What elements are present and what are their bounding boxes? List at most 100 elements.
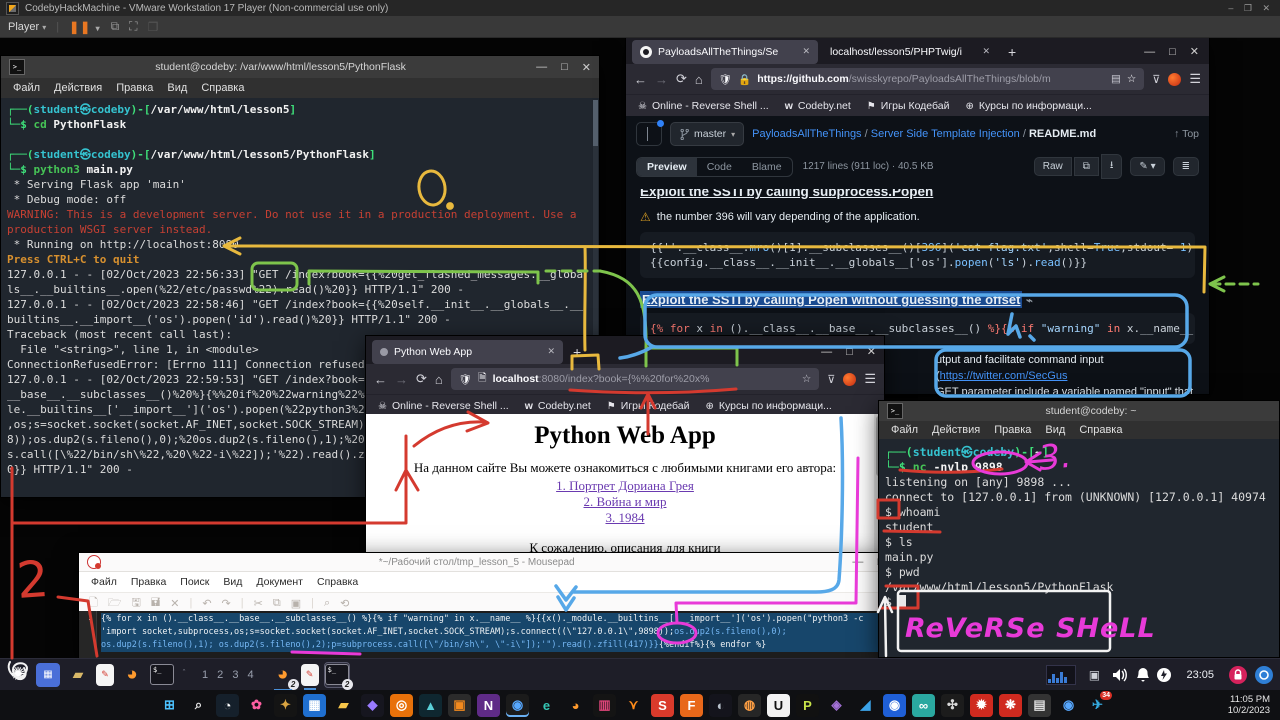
home-button[interactable]: ⌂ xyxy=(695,72,703,87)
book-link-1984[interactable]: 3. 1984 xyxy=(366,510,884,526)
open-file-icon[interactable]: 🗁 xyxy=(108,594,122,613)
3d-viewer-icon[interactable]: ▲ xyxy=(419,694,442,717)
minimize-button[interactable]: — xyxy=(1144,46,1155,58)
terminal2-output[interactable]: ┌──(student㉿codeby)-[~]└─$ nc -nvlp 9898… xyxy=(879,441,1279,657)
vscode-icon[interactable]: ◢ xyxy=(854,694,877,717)
heading-subprocess-popen[interactable]: Exploit the SSTI by calling subprocess.P… xyxy=(640,189,1195,199)
folder-icon[interactable]: ▰ xyxy=(66,663,90,687)
pocket-icon[interactable]: ⊽ xyxy=(827,373,835,386)
menu-item[interactable]: Правка xyxy=(110,80,159,96)
mousepad-editor[interactable]: 1 {% for x in ().__class__.__base__.__su… xyxy=(79,611,892,659)
workspace-switcher[interactable]: 1 2 3 4 xyxy=(202,669,257,681)
close-button[interactable]: ✕ xyxy=(867,345,876,358)
edit-pencil-icon[interactable]: ✎ ▾ xyxy=(1130,157,1164,176)
book-link-dorian-gray[interactable]: 1. Портрет Дориана Грея xyxy=(366,478,884,494)
bookmark-reverse-shell[interactable]: ☠Online - Reverse Shell ... xyxy=(638,100,769,112)
raw-button[interactable]: Raw xyxy=(1034,157,1072,176)
tab-close-icon[interactable]: ✕ xyxy=(547,346,555,357)
replace-icon[interactable]: ⟲ xyxy=(340,597,349,610)
power-manager-icon[interactable] xyxy=(1156,667,1172,683)
new-tab-button[interactable]: + xyxy=(1002,44,1022,60)
media-app-icon[interactable]: ▤ xyxy=(1028,694,1051,717)
volume-icon[interactable] xyxy=(1112,667,1130,683)
open-terminal-window-button[interactable]: $_2 xyxy=(325,663,349,687)
top-link[interactable]: ↑ Top xyxy=(1174,128,1199,140)
minimize-button[interactable]: — xyxy=(536,61,547,73)
tab-close-icon[interactable]: ✕ xyxy=(802,46,810,57)
menu-item[interactable]: Файл xyxy=(885,422,924,438)
tab-localhost-phptwig[interactable]: localhost/lesson5/PHPTwig/i ✕ xyxy=(822,40,998,64)
edge-icon[interactable]: e xyxy=(535,694,558,717)
menu-item[interactable]: Действия xyxy=(926,422,986,438)
forward-button[interactable]: → xyxy=(395,372,408,387)
flower-app-icon[interactable]: ✿ xyxy=(245,694,268,717)
search-icon[interactable]: ⌕ xyxy=(187,694,210,717)
open-mousepad-window-button[interactable]: ✎ xyxy=(301,664,319,686)
blender-icon[interactable]: ◍ xyxy=(738,694,761,717)
terminal1-titlebar[interactable]: >_ student@codeby: /var/www/html/lesson5… xyxy=(1,56,599,78)
bookmark-games[interactable]: ⚑Игры Кодебай xyxy=(867,100,950,112)
moth-app-icon[interactable]: ✣ xyxy=(941,694,964,717)
bookmark-reverse-shell[interactable]: ☠Online - Reverse Shell ... xyxy=(378,400,509,412)
chart-app-icon[interactable]: ▥ xyxy=(593,694,616,717)
file-explorer-icon[interactable]: ▰ xyxy=(332,694,355,717)
breadcrumb[interactable]: PayloadsAllTheThings / Server Side Templ… xyxy=(752,128,1096,140)
copy-icon[interactable]: ⧉ xyxy=(273,597,281,610)
fullscreen-icon[interactable]: ⛶ xyxy=(129,19,137,34)
outline-icon[interactable]: ≣ xyxy=(1173,157,1199,176)
close-button[interactable]: ✕ xyxy=(1190,45,1199,58)
chrome-icon[interactable]: ◉ xyxy=(506,694,529,717)
mousepad-titlebar[interactable]: *~/Рабочий стол/tmp_lesson_5 - Mousepad … xyxy=(79,553,892,572)
close-button[interactable]: ✕ xyxy=(582,61,591,74)
cut-icon[interactable]: ✂ xyxy=(254,597,263,610)
maximize-button[interactable]: □ xyxy=(846,346,853,358)
pycharm-icon[interactable]: P xyxy=(796,694,819,717)
speedtest-icon[interactable]: ◔ xyxy=(216,694,239,717)
shield-icon[interactable]: 🛡 xyxy=(719,73,732,86)
tab-python-web-app[interactable]: Python Web App ✕ xyxy=(372,340,563,364)
cpu-graph[interactable] xyxy=(1046,665,1076,685)
windows-clock[interactable]: 11:05 PM 10/2/2023 xyxy=(1228,694,1270,716)
menu-item[interactable]: Справка xyxy=(195,80,250,96)
home-button[interactable]: ⌂ xyxy=(435,372,443,387)
send-ctrl-alt-del-icon[interactable]: ⧉ xyxy=(111,19,120,34)
obsidian-icon[interactable]: ◆ xyxy=(361,694,384,717)
kali-clock[interactable]: 23:05 xyxy=(1186,669,1214,681)
tab-blame[interactable]: Blame xyxy=(742,158,792,176)
sidebar-toggle-icon[interactable] xyxy=(636,122,662,146)
updates-icon[interactable] xyxy=(1254,665,1274,685)
save-as-icon[interactable]: 🖬 xyxy=(151,594,160,613)
planet-app-icon[interactable]: ◐ xyxy=(709,694,732,717)
new-tab-button[interactable]: + xyxy=(567,344,587,360)
copy-raw-icon[interactable]: ⧉ xyxy=(1074,157,1099,176)
unreal-icon[interactable]: U xyxy=(767,694,790,717)
teal-app-icon[interactable]: ∞ xyxy=(912,694,935,717)
save-icon[interactable]: 🖫 xyxy=(132,594,141,613)
red-gear-icon[interactable]: ✹ xyxy=(970,694,993,717)
minimize-button[interactable]: — xyxy=(852,556,863,568)
heading-popen-offset[interactable]: Exploit the SSTI by calling Popen withou… xyxy=(640,292,1195,307)
screen-lock-icon[interactable] xyxy=(1228,665,1248,685)
minimize-button[interactable]: — xyxy=(821,346,832,358)
bookmark-star-icon[interactable]: ☆ xyxy=(802,373,811,385)
back-button[interactable]: ← xyxy=(374,372,387,387)
file-manager-icon[interactable]: ▦ xyxy=(36,663,60,687)
menu-item[interactable]: Файл xyxy=(85,575,123,589)
menu-item[interactable]: Документ xyxy=(250,575,309,589)
book-link-war-and-peace[interactable]: 2. Война и мир xyxy=(366,494,884,510)
clipboard-icon[interactable]: ▣ xyxy=(1082,663,1106,687)
branch-selector[interactable]: master ▾ xyxy=(670,122,744,146)
carrot-app-icon[interactable]: ⋎ xyxy=(622,694,645,717)
extension-icon[interactable] xyxy=(843,373,856,386)
paste-icon[interactable]: ▣ xyxy=(291,597,301,610)
menu-item[interactable]: Вид xyxy=(1039,422,1071,438)
maximize-button[interactable]: □ xyxy=(1169,46,1176,58)
link-chain-icon[interactable]: ⌁ xyxy=(1026,295,1033,307)
twitter-link[interactable]: https://twitter.com/SecGus xyxy=(940,370,1068,382)
menu-item[interactable]: Правка xyxy=(125,575,172,589)
new-file-icon[interactable]: 🗋 xyxy=(89,594,98,613)
menu-icon[interactable]: ☰ xyxy=(864,371,876,387)
bookmark-codeby[interactable]: wCodeby.net xyxy=(525,400,591,412)
menu-item[interactable]: Вид xyxy=(161,80,193,96)
notification-bell-icon[interactable] xyxy=(1136,667,1150,683)
